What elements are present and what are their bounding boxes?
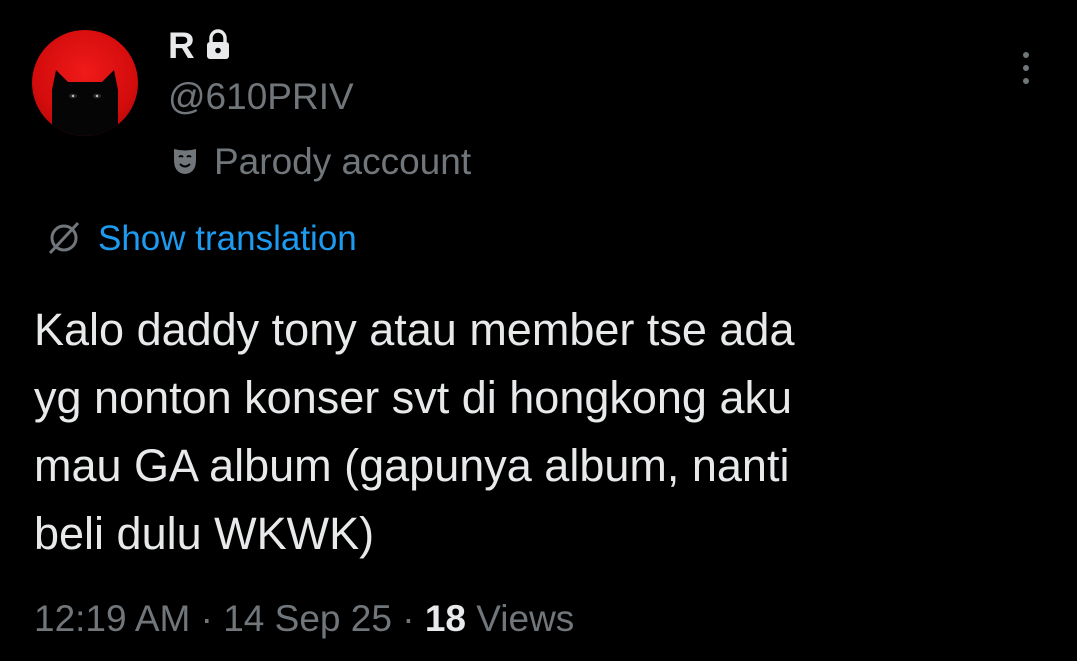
meta-separator: · xyxy=(392,600,425,637)
black-cat-peeking-avatar-icon xyxy=(52,70,118,136)
more-vertical-icon-dot xyxy=(1023,65,1029,71)
globe-icon xyxy=(44,218,84,258)
author-name-row[interactable]: R xyxy=(168,22,231,68)
lock-icon xyxy=(205,29,231,61)
tweet-time[interactable]: 12:19 AM xyxy=(34,600,190,637)
display-name[interactable]: R xyxy=(168,27,195,64)
views-label[interactable]: Views xyxy=(476,600,574,637)
parody-label-row: Parody account xyxy=(168,139,471,183)
tweet-date[interactable]: 14 Sep 25 xyxy=(223,600,392,637)
more-vertical-icon-dot xyxy=(1023,78,1029,84)
more-options-button[interactable] xyxy=(1008,48,1044,88)
tweet-meta: 12:19 AM · 14 Sep 25 · 18 Views xyxy=(34,600,574,637)
author-handle[interactable]: @610PRIV xyxy=(168,78,354,115)
theater-masks-icon xyxy=(168,144,202,178)
views-count[interactable]: 18 xyxy=(425,600,466,637)
parody-account-label: Parody account xyxy=(214,140,472,182)
meta-space xyxy=(466,600,476,637)
separator-dot: · xyxy=(200,598,213,639)
separator-dot: · xyxy=(402,598,415,639)
avatar[interactable] xyxy=(32,30,138,136)
tweet-text: Kalo daddy tony atau member tse ada yg n… xyxy=(34,304,795,559)
show-translation-link[interactable]: Show translation xyxy=(44,214,357,262)
more-vertical-icon xyxy=(1023,52,1029,58)
meta-separator: · xyxy=(190,600,223,637)
show-translation-label[interactable]: Show translation xyxy=(98,221,357,256)
